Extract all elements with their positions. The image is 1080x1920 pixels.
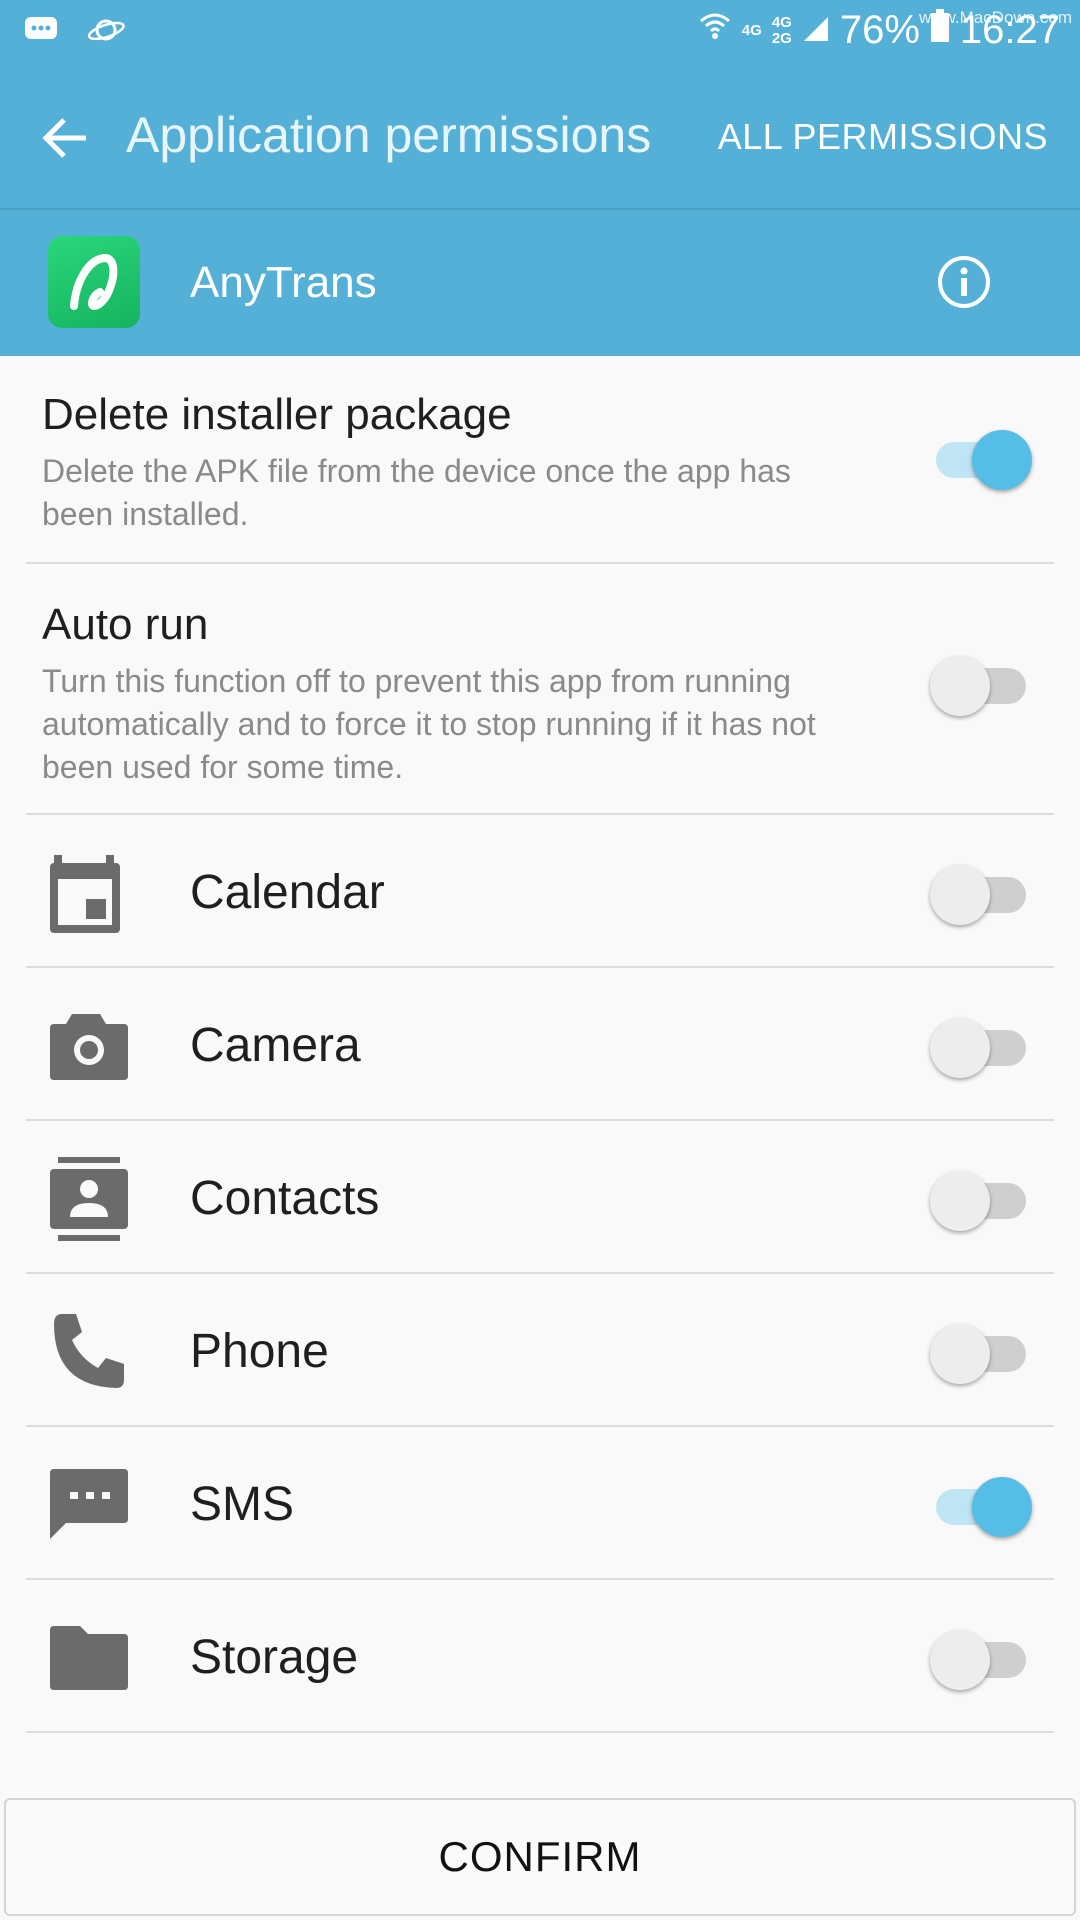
app-header: AnyTrans <box>0 210 1080 356</box>
app-bar: Application permissions ALL PERMISSIONS <box>0 66 1080 210</box>
network-2g-label: 2G <box>771 29 792 47</box>
storage-toggle[interactable] <box>930 1626 1032 1690</box>
contacts-toggle[interactable] <box>930 1167 1032 1231</box>
permission-label: Camera <box>190 1019 361 1072</box>
status-bar: 4G 4G 2G 76% 16:27 www.MacDown.com <box>0 0 1080 66</box>
calendar-toggle[interactable] <box>930 861 1032 925</box>
delete-installer-toggle[interactable] <box>930 426 1032 490</box>
phone-toggle[interactable] <box>930 1320 1032 1384</box>
network-type-secondary: 4G 2G <box>771 13 792 47</box>
permission-contacts[interactable]: Contacts <box>26 1121 1054 1274</box>
page-title: Application permissions <box>126 107 652 163</box>
folder-icon <box>50 1626 128 1690</box>
setting-title: Delete installer package <box>42 390 512 439</box>
arrow-left-icon <box>42 118 86 158</box>
setting-title: Auto run <box>42 600 209 649</box>
calendar-icon <box>50 855 120 933</box>
permission-calendar[interactable]: Calendar <box>26 815 1054 968</box>
back-button[interactable] <box>36 108 96 168</box>
wifi-icon <box>698 8 732 53</box>
app-name: AnyTrans <box>190 258 377 307</box>
contacts-icon <box>50 1157 128 1241</box>
permission-list: Delete installer package Delete the APK … <box>0 356 1080 1733</box>
setting-description: Turn this function off to prevent this a… <box>42 663 816 785</box>
permission-label: Phone <box>190 1325 329 1378</box>
info-icon <box>938 256 990 308</box>
app-info-button[interactable] <box>936 254 992 310</box>
setting-delete-installer[interactable]: Delete installer package Delete the APK … <box>26 356 1054 564</box>
watermark: www.MacDown.com <box>918 8 1072 27</box>
sms-icon <box>50 1469 128 1539</box>
auto-run-toggle[interactable] <box>930 652 1032 716</box>
camera-icon <box>50 1014 128 1080</box>
phone-icon <box>54 1314 124 1388</box>
permission-phone[interactable]: Phone <box>26 1274 1054 1427</box>
battery-percent: 76% <box>839 8 920 52</box>
network-type-primary: 4G <box>741 21 762 39</box>
confirm-button[interactable]: CONFIRM <box>4 1798 1076 1916</box>
planet-icon <box>86 14 126 51</box>
permission-label: Storage <box>190 1631 359 1684</box>
sms-toggle[interactable] <box>930 1473 1032 1537</box>
setting-auto-run[interactable]: Auto run Turn this function off to preve… <box>26 564 1054 815</box>
permission-storage[interactable]: Storage <box>26 1580 1054 1733</box>
permission-camera[interactable]: Camera <box>26 968 1054 1121</box>
setting-description: Delete the APK file from the device once… <box>42 453 791 532</box>
network-4g-label: 4G <box>771 13 792 31</box>
permission-label: Contacts <box>190 1172 380 1225</box>
camera-toggle[interactable] <box>930 1014 1032 1078</box>
message-icon <box>24 14 58 51</box>
permission-sms[interactable]: SMS <box>26 1427 1054 1580</box>
app-logo <box>48 236 140 328</box>
permission-label: SMS <box>190 1478 295 1531</box>
signal-icon <box>802 8 830 53</box>
all-permissions-button[interactable]: ALL PERMISSIONS <box>718 116 1048 158</box>
permission-label: Calendar <box>190 866 385 919</box>
